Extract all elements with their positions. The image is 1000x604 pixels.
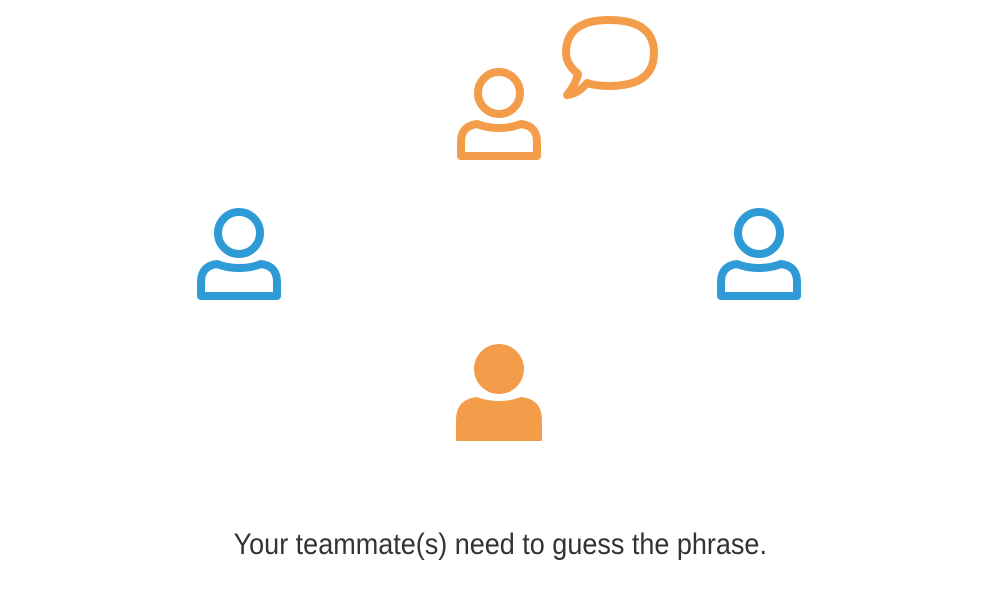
teammate-right-person-icon (717, 208, 801, 300)
caption-text: Your teammate(s) need to guess the phras… (233, 528, 767, 561)
speech-bubble-icon (562, 16, 658, 99)
speaker-person-icon (457, 68, 541, 160)
teammate-left-person-icon (197, 208, 281, 300)
instruction-caption: Your teammate(s) need to guess the phras… (0, 528, 1000, 562)
you-person-filled-icon (456, 344, 542, 441)
